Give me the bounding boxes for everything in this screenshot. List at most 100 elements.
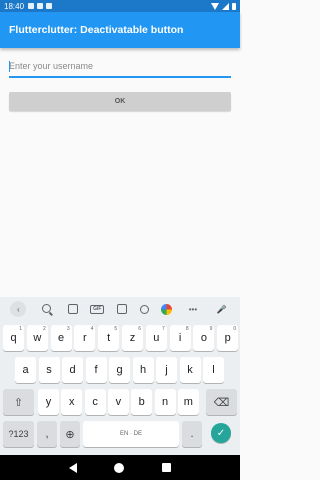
app-bar: Flutterclutter: Deactivatable button [0, 12, 240, 48]
key-label: b [138, 396, 145, 408]
key-b[interactable]: b [131, 389, 153, 415]
shift-key[interactable]: ⇧ [3, 389, 34, 415]
key-i[interactable]: i8 [169, 325, 191, 351]
key-d[interactable]: d [62, 357, 83, 383]
theme-palette-icon[interactable] [161, 303, 173, 315]
key-label: o [200, 332, 207, 344]
ok-button[interactable]: OK [9, 92, 231, 111]
key-hint: 5 [114, 326, 118, 332]
key-label: v [115, 396, 122, 408]
period-key[interactable]: . [182, 421, 202, 447]
status-time: 18:40 [4, 1, 25, 11]
key-hint: 4 [90, 326, 94, 332]
key-label: y [45, 396, 52, 408]
enter-key[interactable]: ✓ [211, 423, 231, 443]
toolbar-back-icon[interactable]: ‹ [10, 301, 27, 317]
microphone-icon[interactable]: 🎤 [214, 301, 230, 317]
key-label: a [22, 364, 29, 376]
symbols-key[interactable]: ?123 [3, 421, 34, 447]
key-v[interactable]: v [107, 389, 129, 415]
key-t[interactable]: t5 [98, 325, 120, 351]
key-c[interactable]: c [84, 389, 106, 415]
comma-key[interactable]: , [37, 421, 57, 447]
key-l[interactable]: l [203, 357, 224, 383]
key-label: w [33, 332, 42, 344]
key-hint: 8 [185, 326, 189, 332]
key-label: e [58, 332, 65, 344]
search-icon[interactable] [39, 301, 55, 317]
key-n[interactable]: n [154, 389, 176, 415]
app-bar-title: Flutterclutter: Deactivatable button [9, 24, 184, 36]
key-row-4: ?123 , ⊕ EN · DE . ✓ [0, 419, 240, 449]
key-m[interactable]: m [177, 389, 199, 415]
navigation-bar [0, 455, 240, 480]
key-label: h [139, 364, 147, 376]
status-bar: 18:40 [0, 0, 240, 12]
key-label: x [69, 396, 75, 408]
notification-icon [28, 3, 35, 9]
key-z[interactable]: z6 [122, 325, 143, 351]
key-label: c [92, 396, 98, 408]
wifi-icon [211, 2, 219, 10]
key-label: t [107, 332, 111, 344]
keyboard-toolbar: ‹ GIF ••• 🎤 [0, 297, 240, 321]
key-o[interactable]: o9 [193, 325, 215, 351]
key-label: k [187, 364, 193, 376]
key-p[interactable]: p0 [217, 325, 239, 351]
key-w[interactable]: w2 [26, 325, 48, 351]
key-a[interactable]: a [15, 357, 36, 383]
key-r[interactable]: r4 [74, 325, 96, 351]
username-underline [9, 76, 231, 78]
key-f[interactable]: f [85, 357, 107, 383]
key-label: m [183, 396, 193, 408]
key-label: f [94, 364, 98, 376]
key-hint: 6 [138, 326, 141, 332]
key-label: l [212, 364, 215, 376]
recents-icon[interactable] [162, 463, 172, 472]
key-row-3: ⇧ ⌫ y x c v b n m [0, 387, 240, 417]
key-hint: 0 [233, 326, 237, 332]
key-g[interactable]: g [109, 357, 130, 383]
back-icon[interactable] [68, 462, 77, 473]
key-label: i [178, 332, 182, 344]
key-label: g [116, 364, 123, 376]
settings-icon[interactable] [139, 304, 149, 314]
sticker-icon[interactable] [67, 304, 78, 314]
key-label: u [153, 332, 160, 344]
key-label: r [83, 332, 87, 344]
key-label: z [129, 332, 136, 344]
username-field[interactable] [9, 56, 231, 78]
key-x[interactable]: x [61, 389, 83, 415]
key-y[interactable]: y [38, 389, 59, 415]
key-q[interactable]: q1 [3, 325, 24, 351]
key-label: d [69, 364, 76, 376]
key-label: q [10, 332, 17, 344]
key-label: p [224, 332, 231, 344]
text-cursor [9, 61, 10, 72]
key-hint: 3 [66, 326, 70, 332]
globe-icon[interactable]: ⊕ [60, 421, 80, 447]
key-s[interactable]: s [38, 357, 60, 383]
sync-icon [46, 3, 53, 9]
clipboard-icon[interactable] [116, 304, 127, 314]
key-row-2: asd f g hjk l [0, 355, 240, 385]
key-h[interactable]: h [132, 357, 154, 383]
key-hint: 9 [209, 326, 213, 332]
soft-keyboard: ‹ GIF ••• 🎤 q1w2e3r4t5z6u7i8o9p0 asdfghj… [0, 297, 240, 455]
backspace-key[interactable]: ⌫ [206, 389, 237, 415]
signal-icon [222, 2, 229, 10]
gif-button[interactable]: GIF [90, 304, 105, 314]
key-hint: 2 [43, 326, 46, 332]
username-input[interactable] [9, 56, 231, 76]
more-icon[interactable]: ••• [185, 301, 201, 317]
key-u[interactable]: u7 [145, 325, 167, 351]
space-key[interactable]: EN · DE [83, 421, 179, 447]
home-icon[interactable] [114, 462, 125, 473]
key-e[interactable]: e3 [50, 325, 72, 351]
battery-icon [232, 2, 236, 10]
key-k[interactable]: k [179, 357, 201, 383]
key-j[interactable]: j [156, 357, 177, 383]
sd-card-icon [37, 3, 44, 9]
key-row-1: q1w2e3r4t5z6u7i8o9p0 [0, 323, 240, 353]
key-label: n [161, 396, 169, 408]
